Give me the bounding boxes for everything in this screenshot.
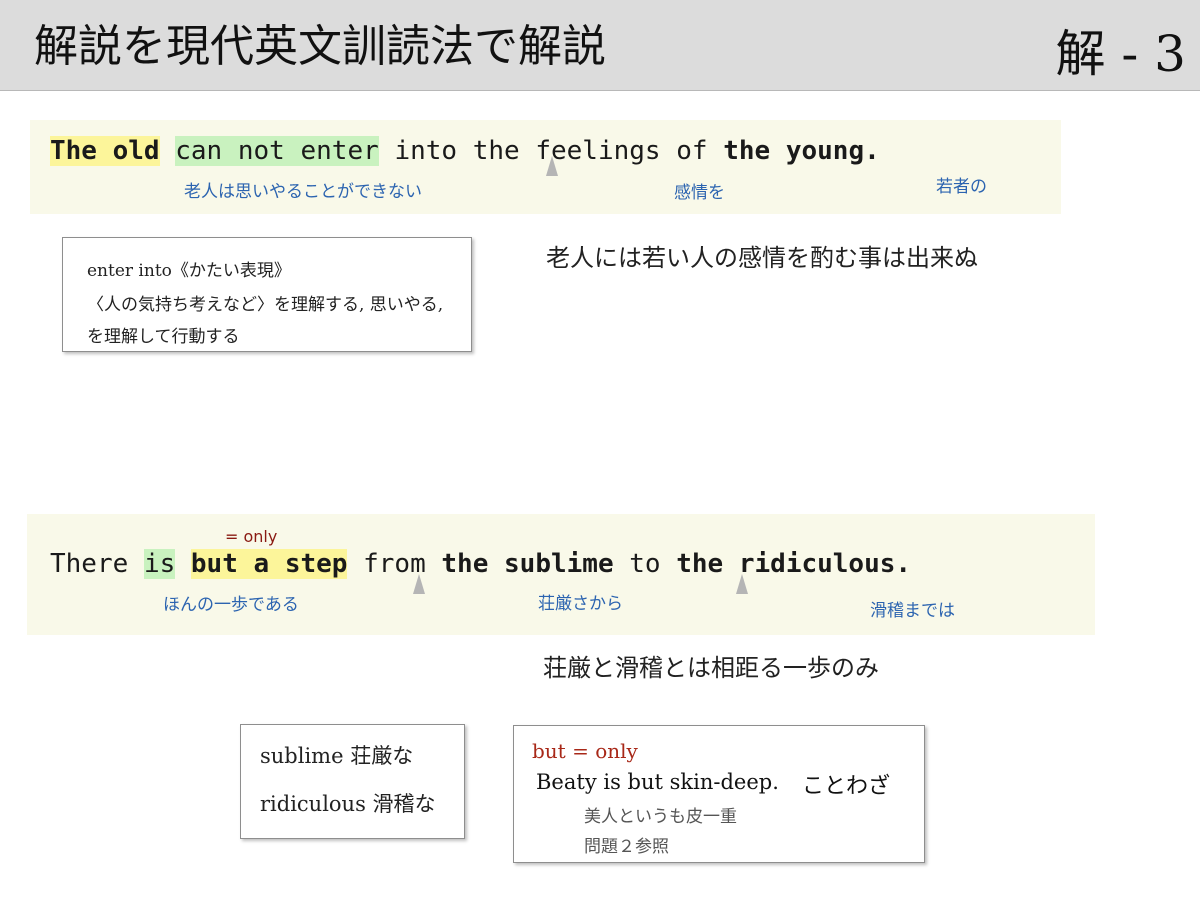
word: into [394, 136, 458, 166]
insertion-caret [736, 574, 748, 594]
word: The [50, 136, 97, 166]
slide-page-label: 解 - 3 [1055, 25, 1187, 83]
gloss-1-2: 感情を [674, 183, 725, 203]
word: a [253, 549, 270, 579]
word: the [723, 136, 771, 166]
vocab-2-line-1: sublime 荘厳な [260, 744, 414, 768]
vocab-1-line-2: 〈人の気持ち考えなど〉を理解する, 思いやる, [87, 295, 444, 315]
vocab-1-line-3: を理解して行動する [87, 327, 240, 347]
word: the [441, 549, 489, 579]
word: ridiculous. [738, 549, 912, 579]
insertion-caret [546, 156, 558, 176]
word: step [284, 549, 348, 579]
word: the [472, 136, 520, 166]
word: the [676, 549, 724, 579]
example-meaning: 美人というも皮一重 [584, 807, 737, 827]
example-box: but = only Beaty is but skin-deep. ことわざ … [513, 725, 925, 863]
only-note: = only [225, 527, 278, 546]
gloss-1-3: 若者の [936, 177, 987, 197]
word: of [676, 136, 708, 166]
word: not [237, 136, 285, 166]
word: old [112, 136, 160, 166]
example-reference: 問題２参照 [584, 837, 669, 857]
slide-title: 解説を現代英文訓読法で解説 [34, 21, 606, 72]
gloss-2-2: 荘厳さから [538, 594, 623, 614]
sentence-1: The old can not enter into the feelings … [50, 136, 880, 166]
vocab-1-line-1: enter into《かたい表現》 [87, 261, 291, 281]
word: enter [300, 136, 379, 166]
word: to [629, 549, 661, 579]
translation-1: 老人には若い人の感情を酌む事は出来ぬ [546, 244, 978, 272]
word: young. [785, 136, 880, 166]
slide-header: 解説を現代英文訓読法で解説 解 - 3 [0, 0, 1200, 91]
vocab-box-1: enter into《かたい表現》 〈人の気持ち考えなど〉を理解する, 思いやる… [62, 237, 472, 352]
word: sublime [504, 549, 614, 579]
example-head: but = only [532, 739, 638, 763]
word: but [190, 549, 238, 579]
word: can [175, 136, 223, 166]
gloss-1-1: 老人は思いやることができない [184, 182, 422, 202]
example-sentence: Beaty is but skin-deep. [536, 770, 779, 794]
word: is [143, 549, 176, 579]
word: There [50, 549, 129, 579]
proverb-tag: ことわざ [802, 774, 891, 799]
sentence-2: There is but a step from the sublime to … [50, 549, 911, 579]
translation-2: 荘厳と滑稽とは相距る一歩のみ [543, 654, 879, 682]
gloss-2-1: ほんの一歩である [163, 595, 299, 615]
gloss-2-3: 滑稽までは [870, 601, 955, 621]
vocab-2-line-2: ridiculous 滑稽な [260, 792, 436, 816]
insertion-caret [413, 574, 425, 594]
vocab-box-2: sublime 荘厳な ridiculous 滑稽な [240, 724, 465, 839]
